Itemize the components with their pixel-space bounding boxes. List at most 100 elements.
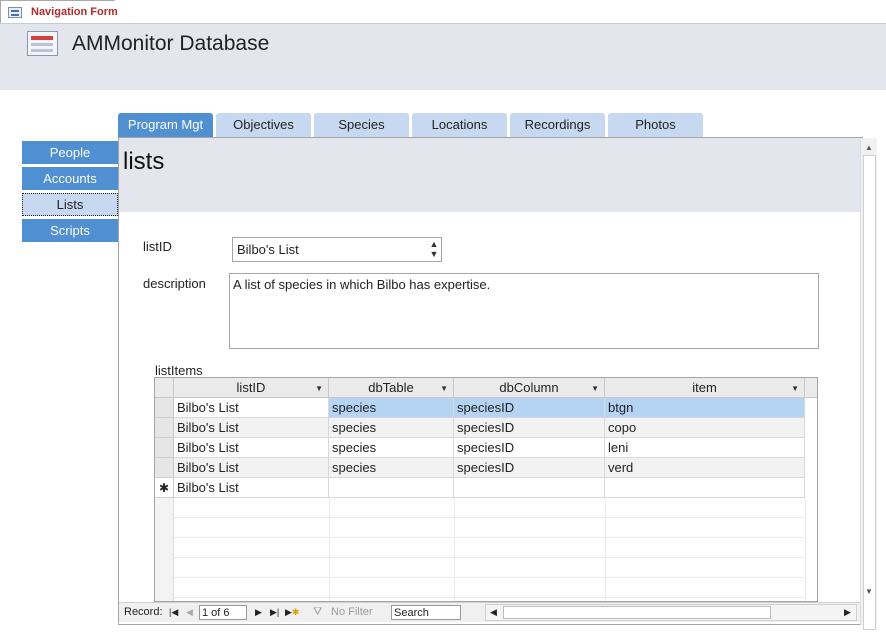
table-cell[interactable]: speciesID [454, 438, 605, 458]
tab-label: Objectives [233, 117, 294, 132]
scroll-left-icon[interactable]: ◀ [490, 605, 497, 620]
nav-people-button[interactable]: People [22, 141, 118, 164]
document-tab-strip [0, 0, 886, 24]
document-tab-navigation-form[interactable]: Navigation Form [0, 0, 130, 24]
table-cell[interactable]: btgn [605, 398, 805, 418]
select-all-corner[interactable] [155, 378, 174, 398]
tab-label: Locations [431, 117, 488, 132]
table-cell[interactable]: copo [605, 418, 805, 438]
grid-line [174, 498, 805, 518]
search-input[interactable]: Search [391, 605, 461, 620]
table-cell[interactable]: species [329, 398, 454, 418]
description-value: A list of species in which Bilbo has exp… [233, 277, 491, 292]
new-record-icon[interactable]: ✱ [155, 478, 174, 498]
form-icon [27, 31, 58, 56]
filter-icon[interactable]: ⛛ [313, 605, 322, 620]
new-record-nav-icon[interactable]: ▶✱ [285, 605, 299, 620]
listitems-label: listItems [155, 363, 203, 378]
tab-program-mgt[interactable]: Program Mgt [118, 113, 213, 137]
table-cell[interactable]: species [329, 438, 454, 458]
search-placeholder: Search [394, 607, 429, 619]
current-record-input[interactable]: 1 of 6 [199, 605, 247, 620]
scroll-up-icon[interactable]: ▲ [861, 142, 877, 154]
column-header-dbcolumn[interactable]: dbColumn ▼ [454, 378, 605, 398]
tab-label: Recordings [524, 117, 591, 132]
table-cell[interactable]: Bilbo's List [174, 418, 329, 438]
listid-value: Bilbo's List [237, 242, 299, 257]
table-cell[interactable]: species [329, 418, 454, 438]
description-label: description [143, 276, 206, 291]
listid-combobox[interactable]: Bilbo's List ▲ ▼ [232, 237, 442, 262]
column-header-label: dbTable [368, 380, 414, 395]
tab-objectives[interactable]: Objectives [216, 113, 311, 137]
table-cell[interactable]: species [329, 458, 454, 478]
last-record-icon[interactable]: ▶| [270, 605, 279, 620]
description-textarea[interactable]: A list of species in which Bilbo has exp… [229, 273, 819, 349]
table-cell[interactable]: speciesID [454, 398, 605, 418]
row-selector[interactable] [155, 438, 174, 458]
first-record-icon[interactable]: |◀ [169, 605, 178, 620]
nav-label: Lists [56, 197, 84, 212]
grid-line [805, 498, 806, 601]
nav-accounts-button[interactable]: Accounts [22, 167, 118, 190]
scrollbar-thumb[interactable] [503, 606, 771, 619]
column-header-dbtable[interactable]: dbTable ▼ [329, 378, 454, 398]
header-filler [805, 378, 817, 398]
dropdown-arrow-icon[interactable]: ▼ [591, 379, 599, 398]
column-header-label: dbColumn [499, 380, 559, 395]
grid-line [174, 518, 805, 538]
new-record-cell[interactable]: Bilbo's List [174, 478, 329, 498]
table-cell[interactable]: Bilbo's List [174, 458, 329, 478]
nav-label: People [49, 145, 91, 160]
table-cell[interactable]: speciesID [454, 418, 605, 438]
new-record-cell[interactable] [605, 478, 805, 498]
column-header-item[interactable]: item ▼ [605, 378, 805, 398]
grid-line [174, 578, 805, 598]
no-filter-button[interactable]: No Filter [331, 605, 373, 620]
spinner-icon[interactable]: ▲ ▼ [427, 239, 441, 260]
listid-label: listID [143, 239, 172, 254]
table-cell[interactable]: leni [605, 438, 805, 458]
new-record-cell[interactable] [454, 478, 605, 498]
dropdown-arrow-icon[interactable]: ▼ [440, 379, 448, 398]
table-cell[interactable]: Bilbo's List [174, 398, 329, 418]
tab-label: Species [338, 117, 385, 132]
row-selector-gutter [155, 498, 174, 601]
record-navigation-bar: Record: |◀ ◀ 1 of 6 ▶ ▶| ▶✱ ⛛ No Filter … [119, 602, 860, 622]
new-record-cell[interactable] [329, 478, 454, 498]
nav-scripts-button[interactable]: Scripts [22, 219, 118, 242]
tab-species[interactable]: Species [314, 113, 409, 137]
tab-locations[interactable]: Locations [412, 113, 507, 137]
form-title: AMMonitor Database [72, 32, 270, 55]
table-cell[interactable]: verd [605, 458, 805, 478]
column-header-label: listID [236, 380, 266, 395]
tab-label: Program Mgt [127, 117, 204, 132]
nav-label: Scripts [50, 223, 90, 238]
row-selector[interactable] [155, 418, 174, 438]
horizontal-scrollbar[interactable]: ◀ ▶ [485, 604, 857, 621]
current-record-value: 1 of 6 [202, 607, 230, 619]
row-selector[interactable] [155, 458, 174, 478]
next-record-icon[interactable]: ▶ [255, 605, 262, 620]
nav-lists-button[interactable]: Lists [22, 193, 118, 216]
previous-record-icon[interactable]: ◀ [186, 605, 193, 620]
dropdown-arrow-icon[interactable]: ▼ [791, 379, 799, 398]
table-cell[interactable]: Bilbo's List [174, 438, 329, 458]
dropdown-arrow-icon[interactable]: ▼ [315, 379, 323, 398]
column-header-label: item [692, 380, 717, 395]
scroll-down-icon[interactable]: ▼ [861, 586, 877, 598]
subform-header [119, 138, 860, 212]
listitems-datasheet[interactable]: listID ▼ dbTable ▼ dbColumn ▼ item ▼ Bilbo's… [154, 377, 818, 602]
scroll-right-icon[interactable]: ▶ [844, 605, 851, 620]
subform-title: lists [123, 148, 165, 175]
record-label: Record: [124, 606, 163, 618]
table-cell[interactable]: speciesID [454, 458, 605, 478]
grid-line [174, 558, 805, 578]
row-selector[interactable] [155, 398, 174, 418]
tab-photos[interactable]: Photos [608, 113, 703, 137]
tab-recordings[interactable]: Recordings [510, 113, 605, 137]
tab-label: Photos [635, 117, 676, 132]
column-header-listid[interactable]: listID ▼ [174, 378, 329, 398]
vertical-scrollbar[interactable]: ▲ ▼ [860, 138, 877, 630]
scrollbar-thumb[interactable] [863, 155, 876, 630]
